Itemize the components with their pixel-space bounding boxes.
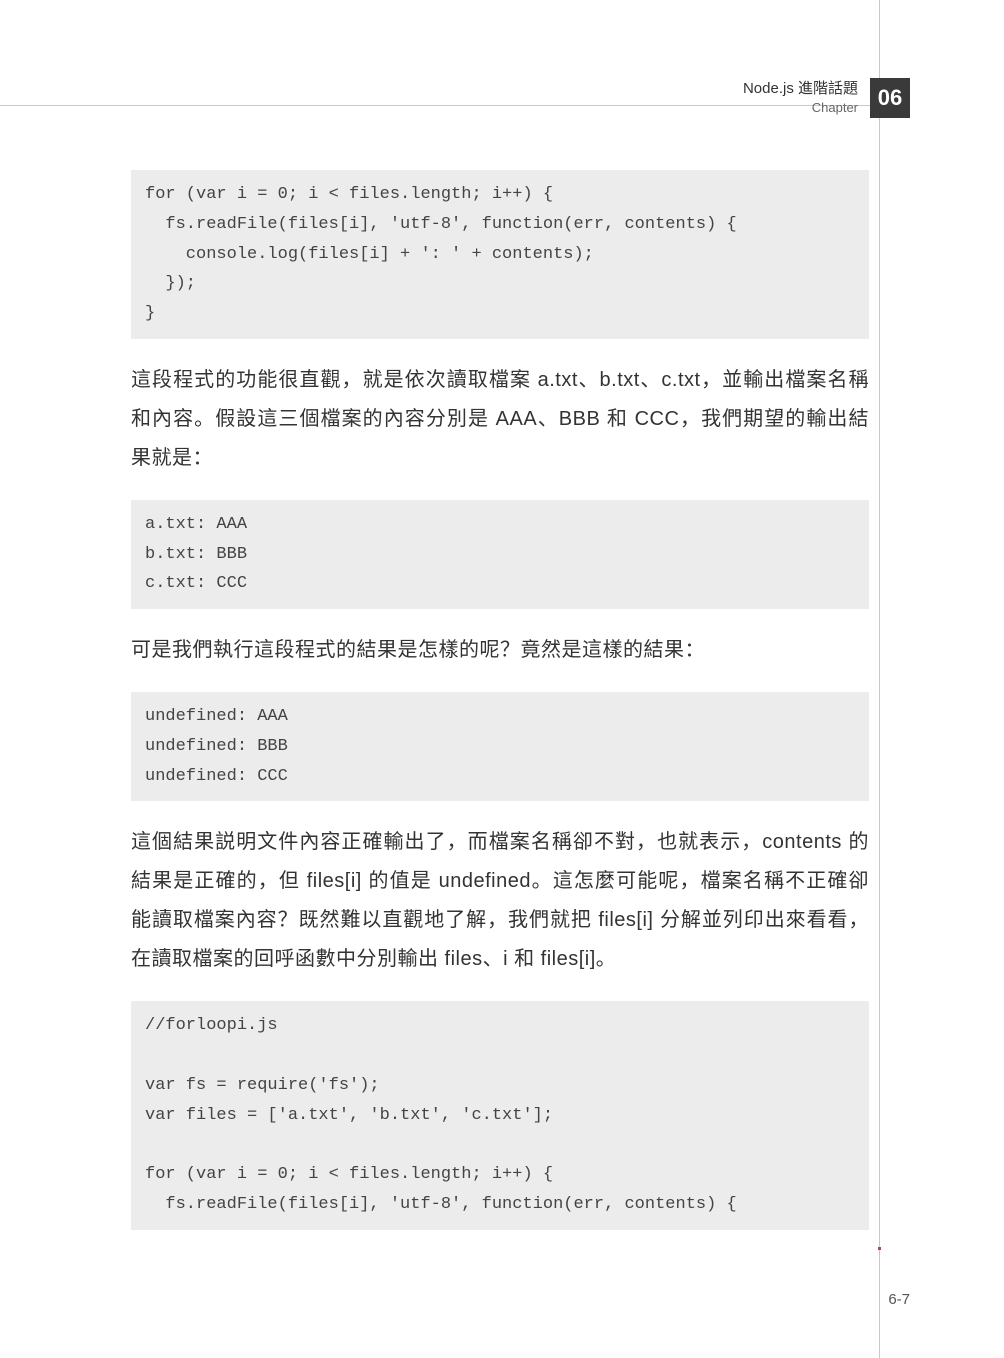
paragraph-1: 這段程式的功能很直觀，就是依次讀取檔案 a.txt、b.txt、c.txt，並輸… bbox=[131, 361, 869, 478]
chapter-badge: 06 bbox=[870, 78, 910, 118]
header-text-block: Node.js 進階話題 Chapter bbox=[743, 78, 858, 117]
header-chapter-label: Chapter bbox=[743, 99, 858, 117]
code-block-4: //forloopi.js var fs = require('fs'); va… bbox=[131, 1001, 869, 1229]
page-number: 6-7 bbox=[888, 1291, 910, 1308]
header-vertical-rule bbox=[879, 0, 880, 1358]
page-content: for (var i = 0; i < files.length; i++) {… bbox=[131, 170, 869, 1230]
paragraph-2: 可是我們執行這段程式的結果是怎樣的呢？竟然是這樣的結果： bbox=[131, 631, 869, 670]
corner-marker bbox=[878, 1247, 881, 1250]
header-title: Node.js 進階話題 bbox=[743, 78, 858, 99]
page-header: Node.js 進階話題 Chapter 06 bbox=[743, 78, 910, 118]
code-block-3: undefined: AAA undefined: BBB undefined:… bbox=[131, 692, 869, 801]
code-block-1: for (var i = 0; i < files.length; i++) {… bbox=[131, 170, 869, 339]
paragraph-3: 這個結果説明文件內容正確輸出了，而檔案名稱卻不對，也就表示，contents 的… bbox=[131, 823, 869, 979]
code-block-2: a.txt: AAA b.txt: BBB c.txt: CCC bbox=[131, 500, 869, 609]
